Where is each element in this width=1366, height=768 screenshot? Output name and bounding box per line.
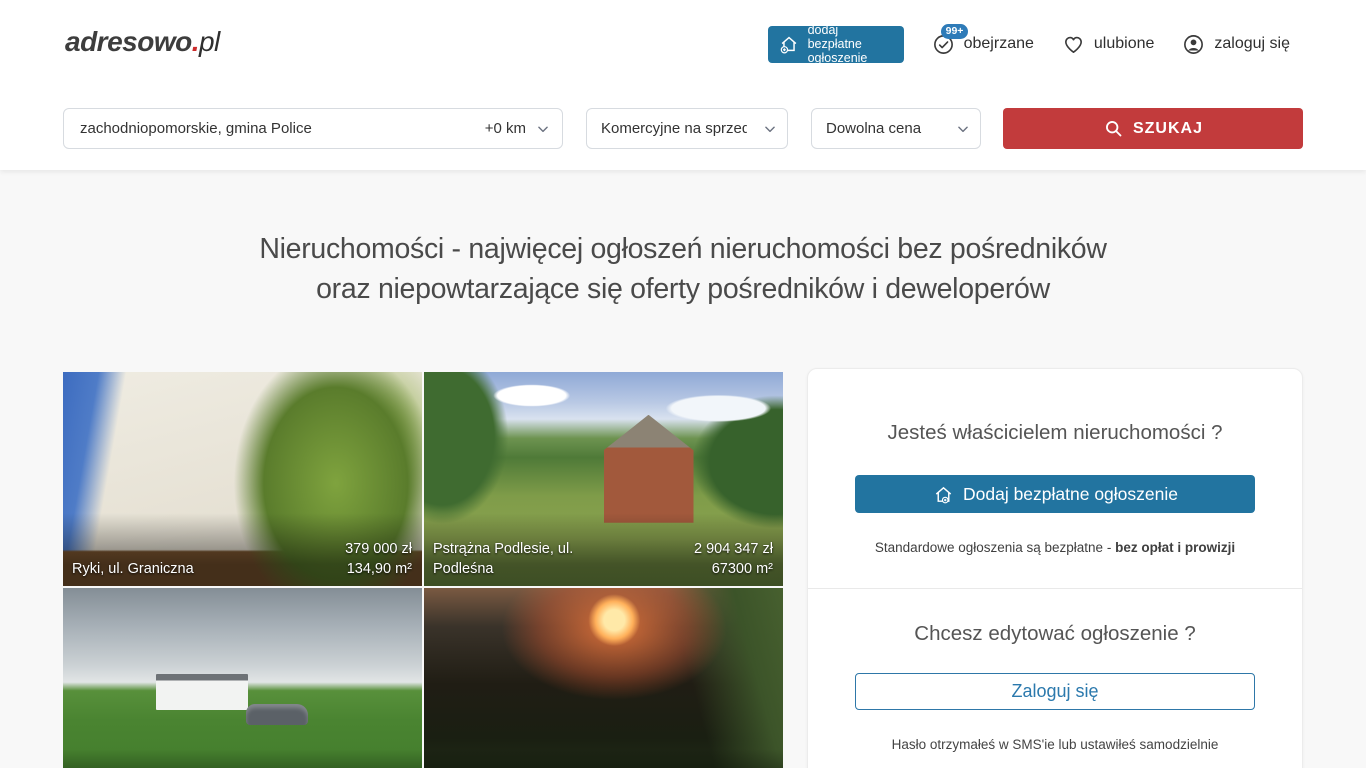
login-label: zaloguj się xyxy=(1214,35,1290,53)
logo-text: adresowo xyxy=(65,26,192,57)
login-button[interactable]: Zaloguj się xyxy=(855,673,1255,710)
check-circle-icon: 99+ xyxy=(932,33,955,56)
free-note-bold: bez opłat i prowizji xyxy=(1115,540,1235,555)
listings-grid: Ryki, ul. Graniczna 379 000 zł 134,90 m²… xyxy=(63,372,783,768)
listing-overlay: Pstrążna Podlesie, ul. Podleśna 2 904 34… xyxy=(424,513,783,586)
listing-overlay: Kliniska Wielkie, Radosna 369 000 zł xyxy=(63,749,422,768)
category-value: Komercyjne na sprzedaż xyxy=(601,120,747,137)
listing-photo-yard-with-car xyxy=(63,588,422,768)
location-value: zachodniopomorskie, gmina Police xyxy=(80,120,312,137)
search-icon xyxy=(1103,118,1124,139)
viewed-label: obejrzane xyxy=(964,35,1034,53)
search-bar: zachodniopomorskie, gmina Police +0 km K… xyxy=(63,108,1303,149)
listing-price: 379 000 zł xyxy=(345,541,412,557)
logo-dot: . xyxy=(192,26,199,57)
price-value: Dowolna cena xyxy=(826,120,921,137)
edit-heading: Chcesz edytować ogłoszenie ? xyxy=(808,622,1302,646)
heart-icon xyxy=(1062,33,1085,56)
search-button[interactable]: SZUKAJ xyxy=(1003,108,1303,149)
listing-area: 67300 m² xyxy=(712,561,773,577)
header-actions: dodaj bezpłatne ogłoszenie 99+ obejrzane xyxy=(768,0,1290,88)
topbar: adresowo.pl dodaj bezpłatne ogłoszenie xyxy=(0,0,1366,88)
search-button-label: SZUKAJ xyxy=(1133,120,1203,138)
owner-section: Jesteś właścicielem nieruchomości ? Doda… xyxy=(808,369,1302,555)
chevron-down-icon xyxy=(763,122,777,136)
page-title-line1: Nieruchomości - najwięcej ogłoszeń nieru… xyxy=(259,233,1106,265)
free-listing-note: Standardowe ogłoszenia są bezpłatne - be… xyxy=(808,540,1302,555)
add-free-listing-button[interactable]: Dodaj bezpłatne ogłoszenie xyxy=(855,475,1255,513)
chevron-down-icon xyxy=(536,122,550,136)
listing-card[interactable]: Warszawa Białołęka, ul. 735 000 zł xyxy=(424,588,783,768)
add-listing-label: dodaj bezpłatne ogłoszenie xyxy=(808,23,894,65)
listing-card[interactable]: Kliniska Wielkie, Radosna 369 000 zł xyxy=(63,588,422,768)
radius-value: +0 km xyxy=(485,120,526,137)
user-icon xyxy=(1182,33,1205,56)
viewed-link[interactable]: 99+ obejrzane xyxy=(932,33,1034,56)
chevron-down-icon xyxy=(956,122,970,136)
viewed-count-badge: 99+ xyxy=(941,24,969,39)
listing-overlay: Warszawa Białołęka, ul. 735 000 zł xyxy=(424,749,783,768)
house-plus-icon xyxy=(778,33,800,55)
house-plus-icon xyxy=(932,483,955,506)
radius-select[interactable]: +0 km xyxy=(485,120,550,137)
listing-price: 2 904 347 zł xyxy=(694,541,773,557)
edit-section: Chcesz edytować ogłoszenie ? Zaloguj się… xyxy=(808,589,1302,752)
listing-card[interactable]: Pstrążna Podlesie, ul. Podleśna 2 904 34… xyxy=(424,372,783,586)
location-input[interactable]: zachodniopomorskie, gmina Police +0 km xyxy=(63,108,563,149)
favorites-link[interactable]: ulubione xyxy=(1062,33,1155,56)
add-listing-button[interactable]: dodaj bezpłatne ogłoszenie xyxy=(768,26,904,63)
header-zone: adresowo.pl dodaj bezpłatne ogłoszenie xyxy=(0,0,1366,170)
hero-heading-block: Nieruchomości - najwięcej ogłoszeń nieru… xyxy=(0,229,1366,309)
listing-area: 134,90 m² xyxy=(347,561,412,577)
listing-address: Pstrążna Podlesie, ul. Podleśna xyxy=(433,539,628,579)
owner-heading: Jesteś właścicielem nieruchomości ? xyxy=(808,421,1302,445)
listing-card[interactable]: Ryki, ul. Graniczna 379 000 zł 134,90 m² xyxy=(63,372,422,586)
owner-panel: Jesteś właścicielem nieruchomości ? Doda… xyxy=(807,368,1303,768)
login-link[interactable]: zaloguj się xyxy=(1182,33,1290,56)
password-note: Hasło otrzymałeś w SMS'ie lub ustawiłeś … xyxy=(808,737,1302,752)
category-select[interactable]: Komercyjne na sprzedaż xyxy=(586,108,788,149)
site-logo[interactable]: adresowo.pl xyxy=(65,26,220,58)
add-free-listing-label: Dodaj bezpłatne ogłoszenie xyxy=(963,484,1178,505)
listing-address: Ryki, ul. Graniczna xyxy=(72,559,194,579)
listing-photo-sunset-meadow xyxy=(424,588,783,768)
login-button-label: Zaloguj się xyxy=(1011,681,1098,702)
price-select[interactable]: Dowolna cena xyxy=(811,108,981,149)
page-title-line2: oraz niepowtarzające się oferty pośredni… xyxy=(316,273,1050,305)
listing-overlay: Ryki, ul. Graniczna 379 000 zł 134,90 m² xyxy=(63,513,422,586)
page-title: Nieruchomości - najwięcej ogłoszeń nieru… xyxy=(0,229,1366,309)
logo-suffix: pl xyxy=(199,26,220,57)
favorites-label: ulubione xyxy=(1094,35,1155,53)
